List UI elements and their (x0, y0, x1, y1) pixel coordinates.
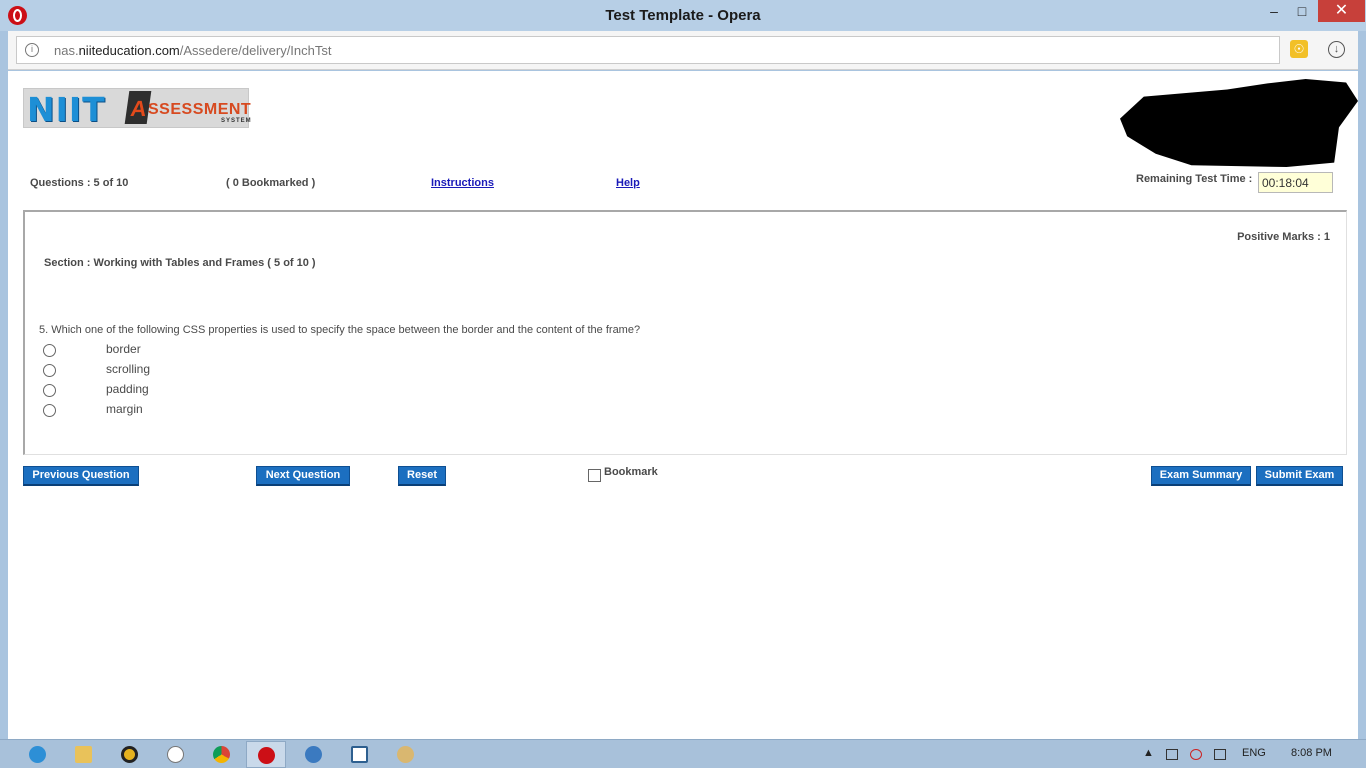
logo-brand: NIIT (27, 90, 106, 129)
extension-icon[interactable]: ☉ (1290, 40, 1308, 58)
section-title: Section : Working with Tables and Frames… (44, 257, 316, 269)
site-info-icon[interactable]: i (25, 43, 39, 57)
question-count: Questions : 5 of 10 (30, 177, 129, 189)
url-path: /Assedere/delivery/InchTst (179, 43, 332, 58)
url-prefix: nas. (54, 43, 79, 58)
logo-sub: SYSTEM (221, 118, 252, 124)
opera-icon[interactable] (246, 741, 286, 768)
positive-marks: Positive Marks : 1 (1237, 231, 1330, 243)
option-label: border (106, 342, 141, 356)
chrome-icon[interactable] (202, 741, 242, 768)
option-radio[interactable] (43, 404, 56, 417)
previous-question-button[interactable]: Previous Question (23, 466, 139, 486)
redacted-area (1120, 79, 1358, 167)
bookmark-checkbox[interactable] (588, 469, 601, 482)
option-label: margin (106, 402, 143, 416)
logo-badge-letter: A (129, 96, 149, 121)
window-icon[interactable] (340, 741, 380, 768)
help-link[interactable]: Help (616, 177, 640, 189)
paint-icon[interactable] (386, 741, 426, 768)
media-player-icon[interactable] (110, 741, 150, 768)
option-radio[interactable] (43, 384, 56, 397)
remaining-time-field: 00:18:04 (1258, 172, 1333, 193)
url-text[interactable]: nas.niiteducation.com/Assedere/delivery/… (54, 43, 331, 58)
title-bar: Test Template - Opera – □ ✕ (0, 0, 1366, 31)
language-indicator[interactable]: ENG (1242, 747, 1266, 759)
option-label: scrolling (106, 362, 151, 376)
next-question-button[interactable]: Next Question (256, 466, 350, 486)
remaining-time-label: Remaining Test Time : (1136, 173, 1253, 185)
url-domain: niiteducation.com (78, 43, 180, 58)
option-padding[interactable]: padding (43, 382, 343, 398)
submit-exam-button[interactable]: Submit Exam (1256, 466, 1343, 486)
show-hidden-icons[interactable]: ▲ (1143, 747, 1154, 759)
bookmarked-count: ( 0 Bookmarked ) (226, 177, 316, 189)
internet-explorer-icon[interactable] (18, 741, 58, 768)
taskbar: ▲ ENG 8:08 PM (0, 739, 1366, 768)
volume-muted-icon[interactable] (1190, 749, 1202, 760)
minimize-button[interactable]: – (1260, 0, 1288, 22)
option-radio[interactable] (43, 364, 56, 377)
download-icon[interactable]: ↓ (1328, 41, 1345, 58)
bookmark-label[interactable]: Bookmark (604, 466, 658, 478)
file-explorer-icon[interactable] (64, 741, 104, 768)
network-icon[interactable] (1166, 749, 1178, 760)
window-title: Test Template - Opera (605, 7, 761, 24)
power-icon[interactable] (1214, 749, 1226, 760)
hp-icon[interactable] (156, 741, 196, 768)
option-label: padding (106, 382, 149, 396)
page-content: NIIT A SSESSMENT SYSTEM Questions : 5 of… (8, 71, 1358, 739)
clock[interactable]: 8:08 PM (1291, 747, 1332, 759)
app-icon[interactable] (294, 741, 334, 768)
close-button[interactable]: ✕ (1318, 0, 1365, 22)
logo-product: SSESSMENT (148, 101, 252, 118)
option-scrolling[interactable]: scrolling (43, 362, 343, 378)
exam-summary-button[interactable]: Exam Summary (1151, 466, 1251, 486)
instructions-link[interactable]: Instructions (431, 177, 494, 189)
option-border[interactable]: border (43, 342, 343, 358)
option-margin[interactable]: margin (43, 402, 343, 418)
option-radio[interactable] (43, 344, 56, 357)
browser-toolbar: i nas.niiteducation.com/Assedere/deliver… (8, 31, 1358, 70)
question-panel: Positive Marks : 1 Section : Working wit… (23, 210, 1347, 455)
reset-button[interactable]: Reset (398, 466, 446, 486)
niit-assessment-logo: NIIT A SSESSMENT SYSTEM (23, 88, 252, 129)
address-bar[interactable]: i nas.niiteducation.com/Assedere/deliver… (16, 36, 1280, 64)
maximize-button[interactable]: □ (1288, 0, 1316, 22)
question-text: 5. Which one of the following CSS proper… (39, 324, 641, 336)
